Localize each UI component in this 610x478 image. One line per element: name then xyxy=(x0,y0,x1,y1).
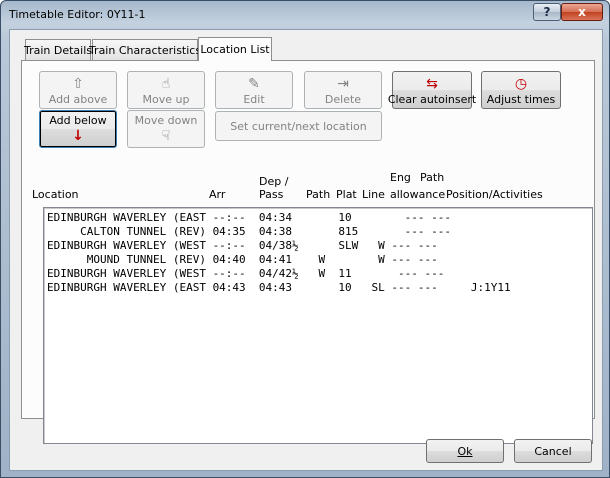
dialog-client-area: Train Details Train Characteristics Loca… xyxy=(9,29,603,471)
move-down-label: Move down xyxy=(134,113,198,127)
list-item[interactable]: EDINBURGH WAVERLEY (WEST --:-- 04/38½ SL… xyxy=(47,239,438,253)
close-button[interactable]: x xyxy=(561,3,603,21)
move-up-label: Move up xyxy=(142,92,190,106)
move-up-button[interactable]: ☝ Move up xyxy=(127,71,205,109)
delete-label: Delete xyxy=(324,92,362,106)
tab-location-list[interactable]: Location List xyxy=(198,37,272,61)
edit-label: Edit xyxy=(243,92,265,106)
delete-button[interactable]: ⇥ Delete xyxy=(304,71,382,109)
column-header-path: Path xyxy=(306,188,331,201)
list-item[interactable]: EDINBURGH WAVERLEY (EAST --:-- 04:34 10 … xyxy=(47,211,451,225)
arrow-up-icon: ⇧ xyxy=(72,75,84,92)
edit-button[interactable]: ✎ Edit xyxy=(215,71,293,109)
tab-train-characteristics[interactable]: Train Characteristics xyxy=(89,39,201,60)
arrow-down-icon: ↓ xyxy=(72,127,84,144)
ok-button[interactable]: Ok xyxy=(426,439,504,463)
timetable-editor-window: Timetable Editor: 0Y11-1 ? x Train Detai… xyxy=(0,0,610,478)
add-below-button[interactable]: Add below ↓ xyxy=(39,110,117,148)
cancel-label: Cancel xyxy=(534,444,572,458)
clear-autoinsert-button[interactable]: ⇆ Clear autoinsert xyxy=(388,71,476,109)
add-below-label: Add below xyxy=(49,113,107,127)
help-button[interactable]: ? xyxy=(533,3,561,21)
cancel-button[interactable]: Cancel xyxy=(514,439,592,463)
title-bar[interactable]: Timetable Editor: 0Y11-1 ? x xyxy=(1,1,609,29)
set-current-next-location-label: Set current/next location xyxy=(230,119,367,133)
clock-icon: ◷ xyxy=(514,75,528,92)
column-header-arr: Arr xyxy=(209,188,226,201)
clear-autoinsert-icon: ⇆ xyxy=(426,75,438,92)
hand-up-icon: ☝ xyxy=(161,75,171,92)
column-header-location: Location xyxy=(32,188,79,201)
list-item[interactable]: EDINBURGH WAVERLEY (WEST --:-- 04/42½ W … xyxy=(47,267,444,281)
column-header-dep-line2: Pass xyxy=(259,188,284,201)
ok-label: Ok xyxy=(457,444,473,458)
delete-icon: ⇥ xyxy=(337,75,349,92)
column-header-line: Line xyxy=(362,188,385,201)
column-header-dep-line1: Dep / xyxy=(259,175,289,188)
column-header-eng-line2: allowance xyxy=(390,188,446,201)
hand-down-icon: ☟ xyxy=(161,127,171,144)
clear-autoinsert-label: Clear autoinsert xyxy=(387,92,477,106)
column-header-position-activities: Position/Activities xyxy=(446,188,543,201)
list-item[interactable]: EDINBURGH WAVERLEY (EAST 04:43 04:43 10 … xyxy=(47,281,511,295)
tab-train-details[interactable]: Train Details xyxy=(24,39,92,60)
set-current-next-location-button[interactable]: Set current/next location xyxy=(215,111,382,141)
window-title: Timetable Editor: 0Y11-1 xyxy=(9,8,146,21)
list-item[interactable]: CALTON TUNNEL (REV) 04:35 04:38 815 --- … xyxy=(47,225,451,239)
column-header-plat: Plat xyxy=(336,188,357,201)
edit-icon: ✎ xyxy=(248,75,260,92)
add-above-label: Add above xyxy=(48,92,108,106)
add-above-button[interactable]: ⇧ Add above xyxy=(39,71,117,109)
column-header-path-allowance-line1: Path xyxy=(420,171,445,184)
list-item[interactable]: MOUND TUNNEL (REV) 04:40 04:41 W W --- -… xyxy=(47,253,438,267)
adjust-times-button[interactable]: ◷ Adjust times xyxy=(481,71,561,109)
column-header-eng-line1: Eng xyxy=(390,171,411,184)
location-list-panel: ⇧ Add above ☝ Move up ✎ Edit ⇥ Delete ⇆ … xyxy=(21,60,595,444)
adjust-times-label: Adjust times xyxy=(486,92,556,106)
move-down-button[interactable]: Move down ☟ xyxy=(127,110,205,148)
location-list[interactable]: EDINBURGH WAVERLEY (EAST --:-- 04:34 10 … xyxy=(43,207,593,444)
